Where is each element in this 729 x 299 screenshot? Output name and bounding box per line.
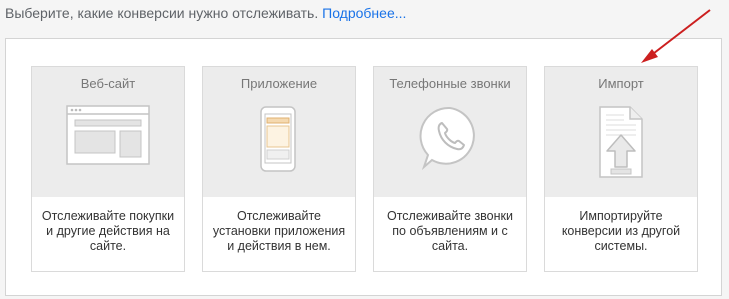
card-title: Импорт	[598, 76, 644, 91]
card-description: Импортируйте конверсии из другой системы…	[561, 209, 681, 253]
intro-text: Выберите, какие конверсии нужно отслежив…	[5, 5, 319, 21]
phone-call-icon	[374, 105, 526, 191]
card-description: Отслеживайте звонки по объявлениям и с с…	[387, 209, 513, 253]
conversion-types-panel: Веб-сайт Отслеживайте покупки и другие д…	[5, 38, 722, 296]
learn-more-link[interactable]: Подробнее...	[322, 5, 406, 21]
intro-line: Выберите, какие конверсии нужно отслежив…	[5, 5, 406, 21]
smartphone-icon	[203, 105, 355, 191]
card-import[interactable]: Импорт Импортируйте конверсии из другой …	[544, 66, 698, 272]
import-file-icon	[545, 105, 697, 191]
card-phone-calls[interactable]: Телефонные звонки Отслеживайте звонки по…	[373, 66, 527, 272]
card-title: Телефонные звонки	[389, 76, 511, 91]
website-icon	[32, 105, 184, 191]
card-app[interactable]: Приложение Отслеживайте установки прилож…	[202, 66, 356, 272]
card-website[interactable]: Веб-сайт Отслеживайте покупки и другие д…	[31, 66, 185, 272]
card-title: Веб-сайт	[80, 76, 136, 91]
card-title: Приложение	[240, 76, 318, 91]
card-description: Отслеживайте покупки и другие действия н…	[41, 209, 175, 253]
card-description: Отслеживайте установки приложения и дейс…	[212, 209, 346, 253]
